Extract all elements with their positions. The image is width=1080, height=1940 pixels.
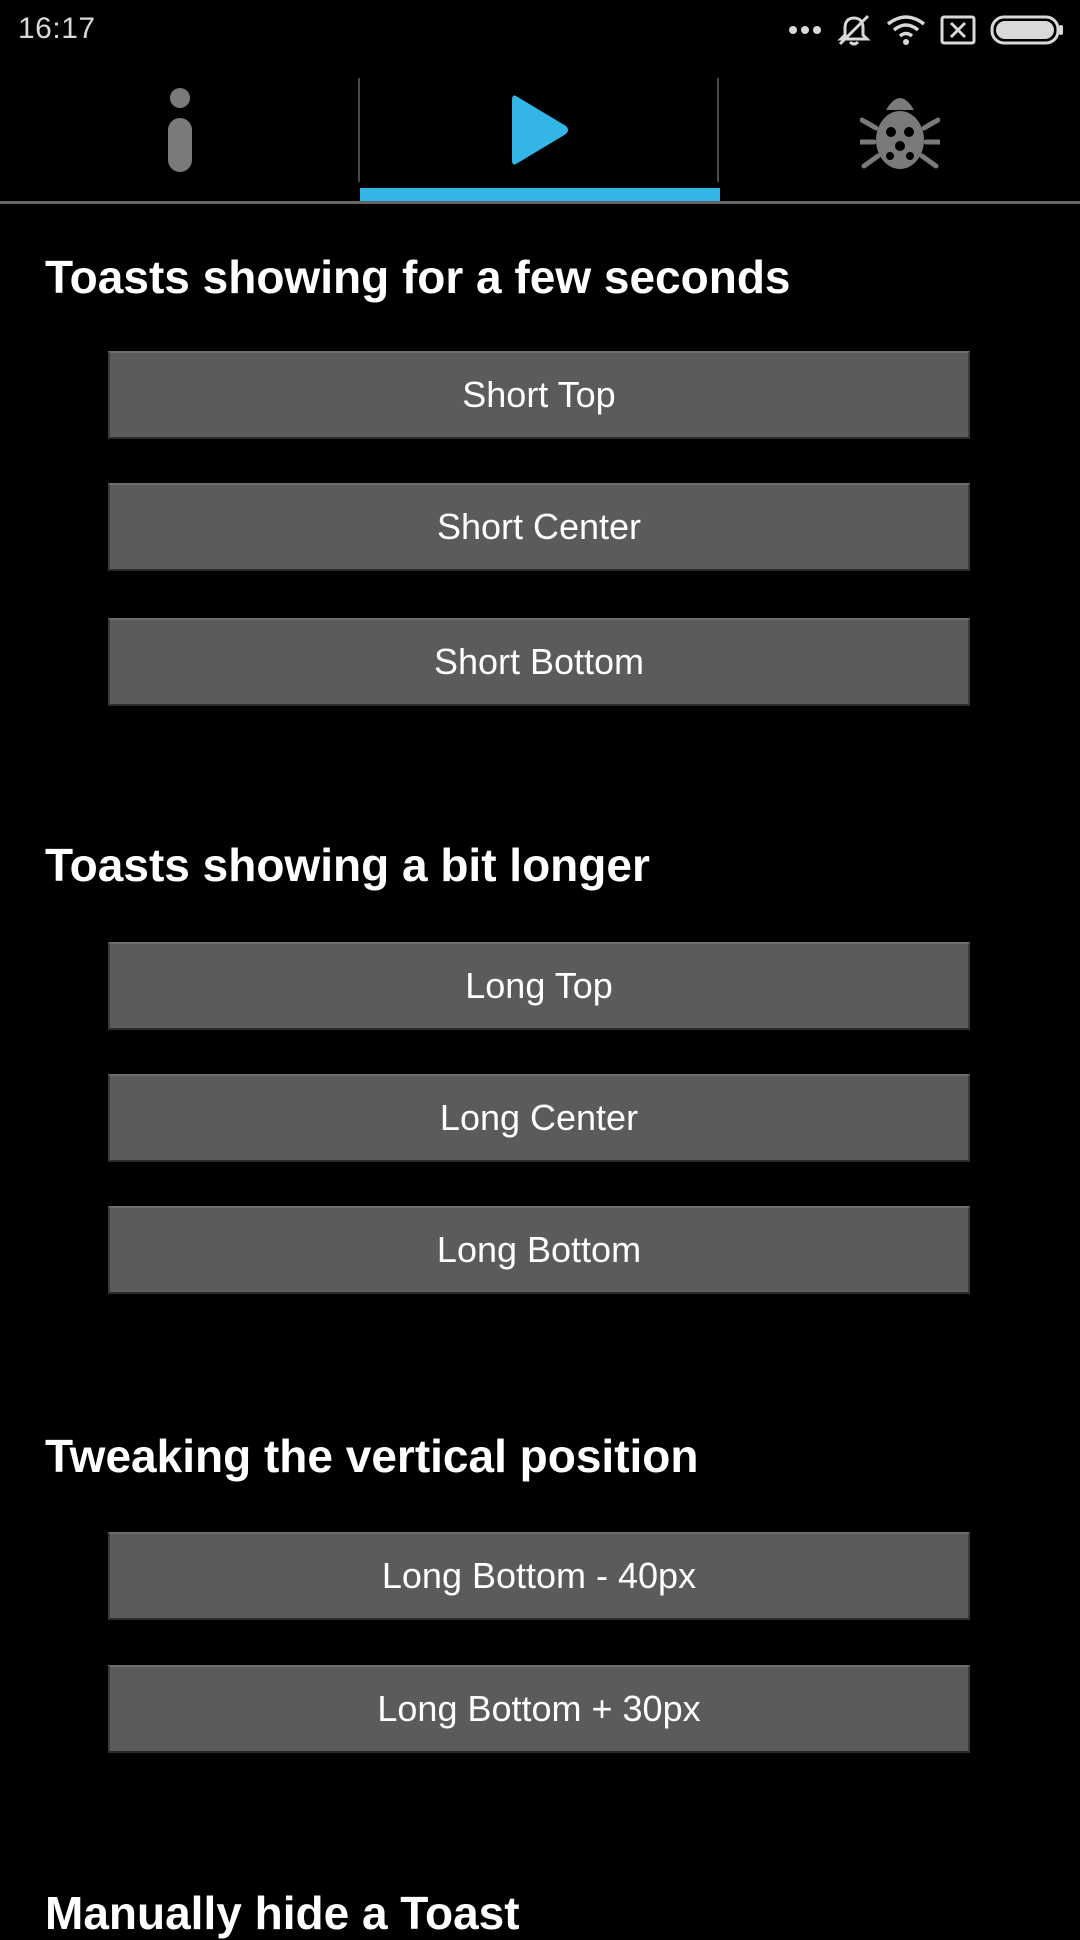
info-icon <box>165 87 195 177</box>
short-bottom-button[interactable]: Short Bottom <box>108 618 970 706</box>
tab-bar <box>0 62 1080 204</box>
long-bottom-minus-40px-button[interactable]: Long Bottom - 40px <box>108 1532 970 1620</box>
play-icon <box>510 92 570 173</box>
status-bar: 16:17 <box>0 0 1080 62</box>
tab-underline <box>0 201 1080 204</box>
tab-debug[interactable] <box>720 62 1079 202</box>
wifi-icon <box>886 14 926 46</box>
long-center-button[interactable]: Long Center <box>108 1074 970 1162</box>
status-time: 16:17 <box>18 12 96 45</box>
long-top-button[interactable]: Long Top <box>108 942 970 1030</box>
long-bottom-plus-30px-button[interactable]: Long Bottom + 30px <box>108 1665 970 1753</box>
section-title: Manually hide a Toast <box>45 1887 520 1939</box>
bug-icon <box>857 88 942 177</box>
short-center-button[interactable]: Short Center <box>108 483 970 571</box>
tab-divider <box>717 78 719 182</box>
vibrate-off-icon <box>836 12 872 48</box>
tab-selected-indicator <box>360 188 720 201</box>
more-dots-icon <box>788 24 822 36</box>
long-bottom-button[interactable]: Long Bottom <box>108 1206 970 1294</box>
section-title: Tweaking the vertical position <box>45 1430 699 1482</box>
battery-icon <box>990 15 1064 45</box>
status-icons <box>788 12 1064 48</box>
short-top-button[interactable]: Short Top <box>108 351 970 439</box>
tab-info[interactable] <box>0 62 359 202</box>
section-title: Toasts showing for a few seconds <box>45 251 791 303</box>
no-sim-icon <box>940 15 976 45</box>
tab-play[interactable] <box>360 62 719 202</box>
section-title: Toasts showing a bit longer <box>45 839 650 891</box>
